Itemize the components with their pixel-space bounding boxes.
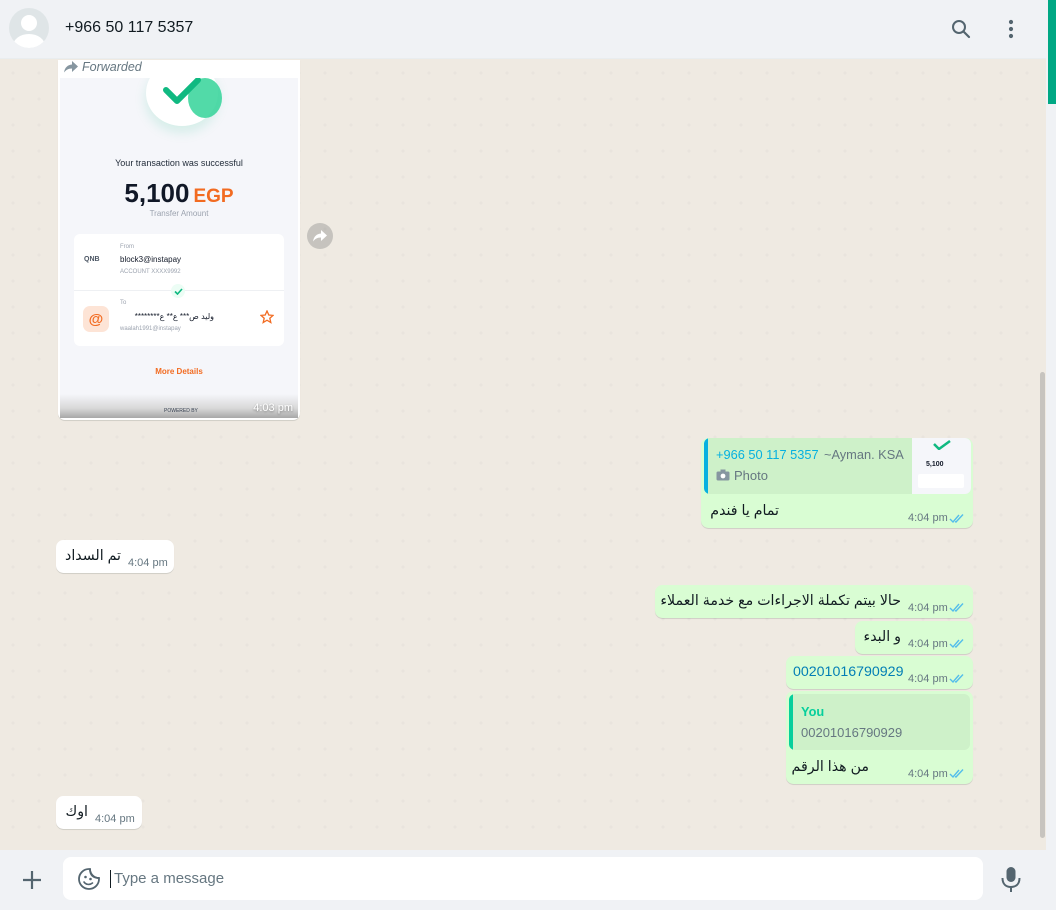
receipt-mid-check-icon bbox=[171, 284, 185, 298]
forward-button[interactable] bbox=[307, 223, 333, 249]
message-text: حالا بيتم تكملة الاجراءات مع خدمة العملا… bbox=[660, 593, 901, 609]
receipt-from-account: block3@instapay bbox=[120, 255, 182, 264]
plus-icon bbox=[23, 871, 41, 889]
incoming-message[interactable]: تم السداد 4:04 pm bbox=[56, 540, 174, 573]
receipt-amount-value: 5,100 bbox=[124, 178, 190, 208]
message-text: اوك bbox=[65, 804, 89, 820]
thumbnail-check-icon bbox=[933, 440, 951, 450]
forwarded-label: Forwarded bbox=[64, 60, 142, 74]
image-message[interactable]: Forwarded Your transaction was successfu… bbox=[58, 60, 300, 420]
forwarded-text: Forwarded bbox=[82, 60, 142, 74]
window-accent bbox=[1048, 0, 1056, 104]
receipt-powered-by: POWERED BY bbox=[164, 408, 198, 414]
receipt-more-details: More Details bbox=[155, 367, 203, 376]
double-check-icon bbox=[949, 514, 964, 524]
message-time: 4:04 pm bbox=[908, 768, 948, 780]
receipt-parties: From QNB block3@instapay ACCOUNT XXXX999… bbox=[74, 234, 284, 346]
at-sign-icon: @ bbox=[83, 306, 109, 332]
double-check-icon bbox=[949, 674, 964, 684]
message-text: تم السداد bbox=[65, 548, 121, 564]
receipt-from-label: From bbox=[120, 244, 134, 250]
message-time: 4:04 pm bbox=[128, 557, 168, 569]
check-icon bbox=[163, 78, 201, 104]
outgoing-message[interactable]: 00201016790929 4:04 pm bbox=[786, 656, 973, 689]
quoted-message[interactable]: You 00201016790929 bbox=[789, 694, 970, 750]
receipt-amount: 5,100 EGP bbox=[60, 178, 298, 209]
search-icon[interactable] bbox=[946, 14, 976, 44]
voice-record-button[interactable] bbox=[998, 865, 1024, 893]
outgoing-message[interactable]: +966 50 117 5357 ~Ayman. KSA Photo 5,100… bbox=[701, 438, 973, 528]
sticker-emoji-icon bbox=[78, 868, 100, 890]
quote-author: You bbox=[801, 704, 825, 719]
receipt-image[interactable]: Your transaction was successful 5,100 EGP… bbox=[60, 78, 298, 418]
message-time: 4:04 pm bbox=[95, 813, 135, 825]
message-list[interactable]: Forwarded Your transaction was successfu… bbox=[0, 60, 1046, 850]
message-time: 4:04 pm bbox=[908, 602, 948, 614]
chat-header: +966 50 117 5357 bbox=[0, 0, 1046, 59]
message-time: 4:03 pm bbox=[253, 402, 293, 414]
message-text: و البدء bbox=[863, 629, 901, 645]
quote-bar bbox=[789, 694, 793, 750]
quote-text: 00201016790929 bbox=[801, 725, 903, 740]
sticker-emoji-button[interactable] bbox=[77, 867, 101, 891]
phone-link[interactable]: 00201016790929 bbox=[793, 664, 903, 680]
receipt-account-no: ACCOUNT XXXX9992 bbox=[120, 269, 181, 275]
quote-thumbnail: 5,100 bbox=[912, 438, 971, 494]
avatar-head bbox=[21, 15, 37, 31]
message-time: 4:04 pm bbox=[908, 673, 948, 685]
bank-logo: QNB bbox=[84, 256, 100, 263]
quote-type-label: Photo bbox=[734, 468, 768, 483]
forward-arrow-icon bbox=[64, 61, 78, 73]
receipt-to-label: To bbox=[120, 300, 127, 306]
contact-avatar[interactable] bbox=[9, 8, 49, 48]
kebab-menu-icon[interactable] bbox=[996, 14, 1026, 44]
camera-icon bbox=[716, 469, 730, 481]
outgoing-message[interactable]: و البدء 4:04 pm bbox=[855, 621, 973, 654]
contact-name[interactable]: +966 50 117 5357 bbox=[65, 19, 193, 37]
message-text: تمام يا فندم bbox=[710, 503, 779, 519]
outgoing-message[interactable]: You 00201016790929 من هذا الرقم 4:04 pm bbox=[786, 691, 973, 784]
quote-author-alias: ~Ayman. KSA bbox=[824, 447, 904, 462]
receipt-to-name: وليد ص*** ع** ع******** bbox=[134, 312, 214, 321]
double-check-icon bbox=[949, 769, 964, 779]
quote-author: +966 50 117 5357 bbox=[716, 447, 819, 462]
quoted-message[interactable]: +966 50 117 5357 ~Ayman. KSA Photo 5,100 bbox=[704, 438, 971, 494]
message-time: 4:04 pm bbox=[908, 638, 948, 650]
incoming-message[interactable]: اوك 4:04 pm bbox=[56, 796, 142, 829]
double-check-icon bbox=[949, 639, 964, 649]
receipt-currency: EGP bbox=[193, 186, 234, 207]
receipt-success-text: Your transaction was successful bbox=[115, 158, 243, 168]
outgoing-message[interactable]: حالا بيتم تكملة الاجراءات مع خدمة العملا… bbox=[655, 585, 973, 618]
double-check-icon bbox=[949, 603, 964, 613]
message-time: 4:04 pm bbox=[908, 512, 948, 524]
attach-button[interactable] bbox=[18, 866, 46, 894]
thumbnail-amount: 5,100 bbox=[926, 461, 944, 468]
window-edge bbox=[1046, 0, 1056, 910]
message-text: من هذا الرقم bbox=[791, 759, 869, 775]
avatar-body bbox=[13, 34, 45, 48]
microphone-icon bbox=[1001, 867, 1021, 892]
text-caret bbox=[110, 870, 111, 888]
thumbnail-box bbox=[918, 474, 964, 488]
message-input-box[interactable] bbox=[63, 857, 983, 900]
quote-bar bbox=[704, 438, 708, 494]
receipt-amount-label: Transfer Amount bbox=[149, 209, 209, 218]
star-icon bbox=[260, 310, 274, 324]
receipt-to-handle: waalah1991@instapay bbox=[120, 326, 181, 332]
scrollbar-thumb[interactable] bbox=[1040, 372, 1045, 838]
message-input[interactable] bbox=[114, 857, 964, 900]
forward-arrow-icon bbox=[313, 230, 327, 242]
